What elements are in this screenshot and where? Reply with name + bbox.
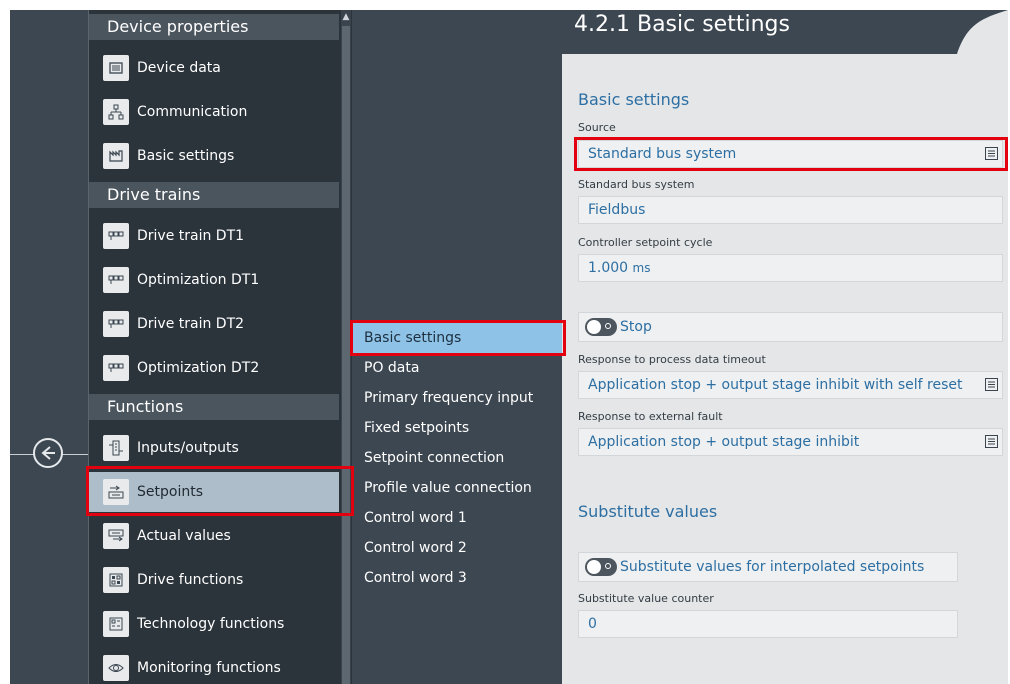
- stop-toggle-field[interactable]: Stop: [578, 312, 1003, 342]
- substitute-counter-field[interactable]: 0: [578, 610, 958, 638]
- source-label: Source: [578, 121, 616, 134]
- nav-item-monitoring-functions[interactable]: Monitoring functions: [89, 648, 339, 684]
- section-title-basic-settings: Basic settings: [578, 90, 690, 109]
- technology-functions-icon: [103, 611, 129, 637]
- stop-toggle-label: Stop: [620, 319, 652, 335]
- pd-timeout-label: Response to process data timeout: [578, 353, 766, 366]
- list-menu-icon: [985, 378, 998, 391]
- pd-timeout-value: Application stop + output stage inhibit …: [588, 377, 963, 393]
- subnav-item-basic-settings[interactable]: Basic settings: [352, 323, 562, 353]
- nav-item-communication[interactable]: Communication: [89, 92, 339, 132]
- inputs-outputs-icon: [103, 435, 129, 461]
- nav-group-device-properties: Device properties: [89, 14, 339, 40]
- nav-item-inputs-outputs[interactable]: Inputs/outputs: [89, 428, 339, 468]
- nav-item-label: Technology functions: [137, 616, 285, 632]
- nav-item-setpoints[interactable]: Setpoints: [89, 472, 339, 512]
- arrow-left-icon: [41, 446, 55, 460]
- nav-item-optimization-dt2[interactable]: Optimization DT2: [89, 348, 339, 388]
- sub-navigation: Basic settings PO data Primary frequency…: [352, 10, 562, 684]
- actual-values-icon: [103, 523, 129, 549]
- nav-item-label: Basic settings: [137, 148, 235, 164]
- subnav-item-control-word-1[interactable]: Control word 1: [352, 503, 562, 533]
- network-icon: [103, 99, 129, 125]
- cycle-value: 1.000: [588, 260, 629, 276]
- cycle-unit: ms: [632, 261, 651, 275]
- external-fault-select[interactable]: Application stop + output stage inhibit: [578, 428, 1003, 456]
- nav-item-basic-settings[interactable]: Basic settings: [89, 136, 339, 176]
- device-data-icon: [103, 55, 129, 81]
- subnav-item-setpoint-connection[interactable]: Setpoint connection: [352, 443, 562, 473]
- nav-item-actual-values[interactable]: Actual values: [89, 516, 339, 556]
- nav-item-label: Device data: [137, 60, 221, 76]
- subnav-item-profile-value-connection[interactable]: Profile value connection: [352, 473, 562, 503]
- setpoints-icon: [103, 479, 129, 505]
- source-value: Standard bus system: [588, 146, 737, 162]
- subnav-item-po-data[interactable]: PO data: [352, 353, 562, 383]
- stop-toggle-switch[interactable]: [585, 318, 617, 336]
- drive-train-icon: [103, 267, 129, 293]
- external-fault-label: Response to external fault: [578, 410, 723, 423]
- nav-item-label: Optimization DT1: [137, 272, 260, 288]
- subnav-item-control-word-2[interactable]: Control word 2: [352, 533, 562, 563]
- substitute-toggle-switch[interactable]: [585, 558, 617, 576]
- drive-train-icon: [103, 223, 129, 249]
- nav-group-functions: Functions: [89, 394, 339, 420]
- nav-item-label: Drive train DT2: [137, 316, 245, 332]
- controller-setpoint-cycle-label: Controller setpoint cycle: [578, 236, 713, 249]
- nav-item-label: Communication: [137, 104, 248, 120]
- nav-item-drive-functions[interactable]: Drive functions: [89, 560, 339, 600]
- nav-scrollbar-thumb[interactable]: [342, 26, 350, 684]
- nav-item-drive-train-dt2[interactable]: Drive train DT2: [89, 304, 339, 344]
- settings-panel: 4.2.1 Basic settings Basic settings Sour…: [562, 10, 1008, 684]
- nav-item-device-data[interactable]: Device data: [89, 48, 339, 88]
- nav-item-technology-functions[interactable]: Technology functions: [89, 604, 339, 644]
- nav-item-label: Actual values: [137, 528, 231, 544]
- page-title: 4.2.1 Basic settings: [574, 12, 790, 37]
- nav-item-label: Optimization DT2: [137, 360, 260, 376]
- nav-item-label: Inputs/outputs: [137, 440, 239, 456]
- main-navigation: Device properties Device data Communicat…: [88, 10, 353, 684]
- back-button[interactable]: [33, 438, 63, 468]
- nav-item-label: Monitoring functions: [137, 660, 281, 676]
- source-select[interactable]: Standard bus system: [578, 140, 1003, 168]
- app-window: Device properties Device data Communicat…: [10, 10, 1008, 684]
- substitute-toggle-label: Substitute values for interpolated setpo…: [620, 559, 925, 575]
- pd-timeout-select[interactable]: Application stop + output stage inhibit …: [578, 371, 1003, 399]
- external-fault-value: Application stop + output stage inhibit: [588, 434, 860, 450]
- list-menu-icon: [985, 147, 998, 160]
- drive-functions-icon: [103, 567, 129, 593]
- standard-bus-label: Standard bus system: [578, 178, 695, 191]
- nav-item-label: Setpoints: [137, 484, 203, 500]
- subnav-item-control-word-3[interactable]: Control word 3: [352, 563, 562, 593]
- section-title-substitute-values: Substitute values: [578, 502, 718, 521]
- monitoring-icon: [103, 655, 129, 681]
- nav-item-label: Drive functions: [137, 572, 244, 588]
- drive-train-icon: [103, 311, 129, 337]
- subnav-item-primary-frequency-input[interactable]: Primary frequency input: [352, 383, 562, 413]
- subnav-item-fixed-setpoints[interactable]: Fixed setpoints: [352, 413, 562, 443]
- standard-bus-field: Fieldbus: [578, 196, 1003, 224]
- substitute-toggle-field[interactable]: Substitute values for interpolated setpo…: [578, 552, 958, 582]
- drive-train-icon: [103, 355, 129, 381]
- nav-item-label: Drive train DT1: [137, 228, 245, 244]
- standard-bus-value: Fieldbus: [588, 202, 646, 218]
- nav-item-drive-train-dt1[interactable]: Drive train DT1: [89, 216, 339, 256]
- controller-setpoint-cycle-field: 1.000 ms: [578, 254, 1003, 282]
- scroll-up-icon[interactable]: ▲: [341, 10, 351, 24]
- nav-group-drive-trains: Drive trains: [89, 182, 339, 208]
- basic-settings-icon: [103, 143, 129, 169]
- substitute-counter-label: Substitute value counter: [578, 592, 714, 605]
- nav-item-optimization-dt1[interactable]: Optimization DT1: [89, 260, 339, 300]
- list-menu-icon: [985, 435, 998, 448]
- substitute-counter-value: 0: [588, 616, 597, 632]
